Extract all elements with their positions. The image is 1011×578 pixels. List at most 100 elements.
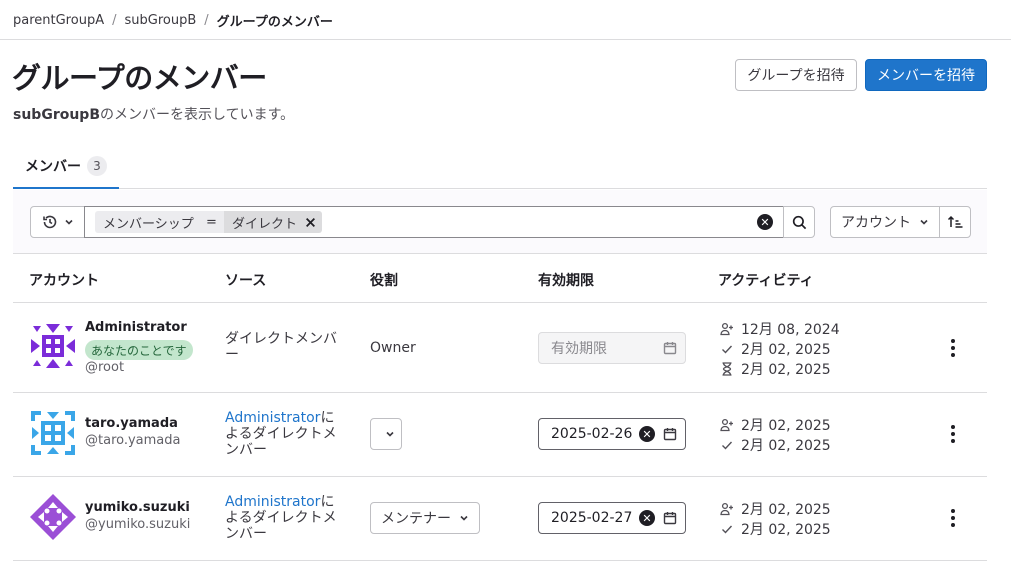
- search-icon: [792, 215, 806, 229]
- activity-date: 2月 02, 2025: [741, 362, 831, 378]
- user-name[interactable]: yumiko.suzuki: [85, 500, 190, 515]
- inviter-link[interactable]: Administrator: [225, 494, 320, 510]
- tab-members-label: メンバー: [25, 159, 81, 175]
- user-handle: @root: [85, 360, 125, 375]
- breadcrumb-separator: /: [204, 12, 209, 28]
- activity-access-granted: 2月 02, 2025: [720, 339, 831, 359]
- table-row: yumiko.suzuki @yumiko.suzuki Administrat…: [13, 477, 987, 561]
- user-plus-icon: [720, 322, 733, 336]
- subtitle-group-name: subGroupB: [13, 107, 100, 123]
- table-header: アカウント ソース 役割 有効期限 アクティビティ: [13, 255, 987, 303]
- page-subtitle: subGroupBのメンバーを表示しています。: [13, 104, 294, 124]
- activity-access-granted: 2月 02, 2025: [720, 435, 831, 455]
- avatar[interactable]: [29, 493, 77, 541]
- more-actions-icon[interactable]: [943, 506, 963, 530]
- clear-date-icon[interactable]: ✕: [639, 426, 655, 442]
- expiration-date-value: 2025-02-27: [551, 510, 633, 526]
- table-row: Administrator あなたのことです @root ダイレクトメンバー O…: [13, 304, 987, 393]
- activity-date: 2月 02, 2025: [741, 418, 831, 434]
- activity-user-created: 2月 02, 2025: [720, 499, 831, 519]
- header-divider: [0, 39, 1011, 40]
- expiration-date-input[interactable]: 2025-02-26 ✕: [538, 418, 686, 450]
- activity-user-created: 12月 08, 2024: [720, 319, 840, 339]
- avatar[interactable]: [29, 409, 77, 457]
- chevron-down-icon: [920, 219, 928, 225]
- activity-date: 2月 02, 2025: [741, 438, 831, 454]
- column-header-source: ソース: [225, 273, 267, 289]
- search-button[interactable]: [783, 206, 815, 238]
- history-icon: [42, 215, 56, 229]
- breadcrumb-current[interactable]: グループのメンバー: [217, 11, 333, 30]
- more-actions-icon[interactable]: [943, 336, 963, 360]
- activity-date: 2月 02, 2025: [741, 502, 831, 518]
- invite-member-button[interactable]: メンバーを招待: [865, 59, 987, 91]
- breadcrumb-item-parent-group[interactable]: parentGroupA: [13, 13, 104, 28]
- membership-source: ダイレクトメンバー: [225, 331, 337, 363]
- calendar-icon[interactable]: [663, 511, 677, 525]
- breadcrumb: parentGroupA / subGroupB / グループのメンバー: [13, 0, 1011, 40]
- check-icon: [722, 345, 733, 354]
- filter-token-key[interactable]: メンバーシップ: [95, 211, 202, 233]
- user-handle: @taro.yamada: [85, 433, 181, 448]
- activity-user-created: 2月 02, 2025: [720, 415, 831, 435]
- avatar[interactable]: [29, 322, 77, 370]
- sort-ascending-icon: [947, 215, 963, 228]
- sort-direction-button[interactable]: [939, 206, 971, 238]
- activity-date: 2月 02, 2025: [741, 342, 831, 358]
- expiration-date-input[interactable]: 2025-02-27 ✕: [538, 502, 686, 534]
- chevron-down-icon: [460, 515, 468, 521]
- user-handle: @yumiko.suzuki: [85, 517, 191, 532]
- sort-dropdown[interactable]: アカウント: [830, 206, 940, 238]
- user-plus-icon: [720, 418, 733, 432]
- role-dropdown[interactable]: メンテナー: [370, 502, 480, 534]
- check-icon: [722, 525, 733, 534]
- filter-token-value[interactable]: ダイレクト: [224, 211, 323, 233]
- user-name[interactable]: Administrator: [85, 320, 187, 335]
- subtitle-text: のメンバーを表示しています。: [100, 107, 295, 123]
- its-you-badge: あなたのことです: [85, 340, 193, 360]
- breadcrumb-item-subgroup[interactable]: subGroupB: [124, 13, 196, 28]
- expiration-date-value: 2025-02-26: [551, 426, 633, 442]
- clear-date-icon[interactable]: ✕: [639, 510, 655, 526]
- user-name[interactable]: taro.yamada: [85, 416, 178, 431]
- search-history-button[interactable]: [30, 206, 85, 238]
- page-title: グループのメンバー: [12, 61, 267, 95]
- expiration-date-placeholder: 有効期限: [551, 341, 607, 357]
- close-icon[interactable]: [305, 217, 316, 228]
- tab-members-count: 3: [87, 156, 107, 176]
- activity-date: 2月 02, 2025: [741, 522, 831, 538]
- membership-source: Administratorによるダイレクトメンバー: [225, 410, 345, 458]
- breadcrumb-separator: /: [112, 12, 117, 28]
- tab-members[interactable]: メンバー 3: [13, 145, 119, 189]
- calendar-icon: [663, 342, 677, 355]
- more-actions-icon[interactable]: [943, 422, 963, 446]
- filtered-search-input[interactable]: メンバーシップ = ダイレクト ✕: [84, 206, 784, 238]
- filter-bar: メンバーシップ = ダイレクト ✕ アカウント: [13, 190, 987, 254]
- membership-source: Administratorによるダイレクトメンバー: [225, 494, 345, 542]
- role-dropdown[interactable]: [370, 418, 402, 450]
- filter-token-value-label: ダイレクト: [232, 216, 298, 232]
- column-header-activity: アクティビティ: [718, 273, 814, 289]
- calendar-icon[interactable]: [663, 427, 677, 441]
- expiration-date-input: 有効期限: [538, 332, 686, 364]
- hourglass-icon: [722, 362, 732, 376]
- column-header-expiration: 有効期限: [538, 273, 594, 289]
- inviter-link[interactable]: Administrator: [225, 410, 320, 426]
- invite-group-button[interactable]: グループを招待: [735, 59, 857, 91]
- table-row: taro.yamada @taro.yamada Administratorによ…: [13, 393, 987, 477]
- activity-date: 12月 08, 2024: [741, 322, 840, 338]
- column-header-account[interactable]: アカウント: [29, 270, 99, 290]
- role-dropdown-label: メンテナー: [381, 511, 451, 527]
- check-icon: [722, 441, 733, 450]
- chevron-down-icon: [386, 431, 394, 437]
- activity-access-granted: 2月 02, 2025: [720, 519, 831, 539]
- user-plus-icon: [720, 502, 733, 516]
- role-label: Owner: [370, 340, 416, 356]
- clear-search-icon[interactable]: ✕: [757, 214, 773, 230]
- sort-dropdown-label: アカウント: [841, 215, 911, 231]
- filter-token-operator[interactable]: =: [198, 211, 225, 233]
- column-header-role[interactable]: 役割: [370, 270, 398, 290]
- chevron-down-icon: [64, 219, 73, 225]
- activity-last-activity: 2月 02, 2025: [720, 359, 831, 379]
- tabs: メンバー 3: [13, 145, 987, 189]
